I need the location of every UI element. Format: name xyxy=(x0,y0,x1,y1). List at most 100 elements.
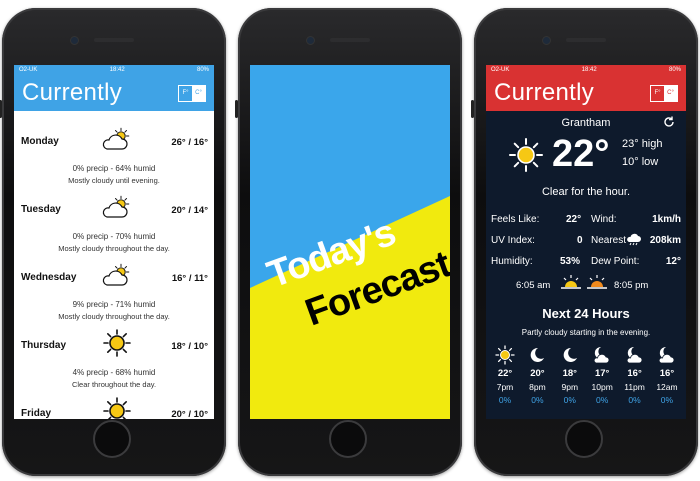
hourly-item: 22° 7pm 0% xyxy=(490,345,520,405)
cloudy-moon-icon xyxy=(658,346,675,364)
status-bar: O2-UK 18:42 80% xyxy=(486,65,686,75)
silent-switch xyxy=(0,100,2,118)
unit-toggle[interactable]: F° C° xyxy=(178,84,206,102)
home-button[interactable] xyxy=(93,420,131,458)
day-temps: 18° / 10° xyxy=(171,341,208,352)
phone-dark-theme: O2-UK 18:42 80% Currently F° C° Grantham xyxy=(471,8,698,476)
battery-label: 80% xyxy=(196,67,209,73)
humidity-value: 53% xyxy=(560,256,581,267)
day-stats: 4% precip - 68% humid xyxy=(72,368,156,377)
storm-cloud-icon xyxy=(627,233,641,246)
status-bar: O2-UK 18:42 80% xyxy=(14,65,214,75)
hour-time: 7pm xyxy=(496,382,514,392)
phone-light-theme: O2-UK 18:42 80% Currently F° C° Monday 2… xyxy=(0,8,226,476)
screen-current-conditions: O2-UK 18:42 80% Currently F° C° Grantham xyxy=(486,65,686,419)
wind-value: 1km/h xyxy=(652,214,681,225)
sun-icon xyxy=(495,345,515,365)
day-row[interactable]: Friday 20° / 10° xyxy=(14,391,214,419)
day-row[interactable]: Thursday 18° / 10° 4% precip - 68% humid… xyxy=(14,323,214,391)
sunset-time: 8:05 pm xyxy=(614,280,649,291)
day-stats: 9% precip - 71% humid xyxy=(72,300,156,309)
day-name: Friday xyxy=(21,408,52,419)
carrier-label: O2-UK xyxy=(491,67,510,73)
hour-precip: 0% xyxy=(498,395,512,405)
low-temp: 10° low xyxy=(622,156,659,168)
wind-label: Wind: xyxy=(591,214,617,225)
hour-time: 10pm xyxy=(591,382,613,392)
partly-cloudy-icon xyxy=(102,263,130,286)
hour-time: 12am xyxy=(656,382,678,392)
day-row[interactable]: Monday 26° / 16° 0% precip - 64% humid M… xyxy=(14,119,214,187)
sunset-icon xyxy=(587,275,607,289)
earpiece-speaker xyxy=(330,38,370,42)
next-24-hours-title: Next 24 Hours xyxy=(542,306,630,321)
moon-icon xyxy=(563,347,577,362)
unit-toggle[interactable]: F° C° xyxy=(650,84,678,102)
sun-icon xyxy=(103,329,131,357)
hourly-item: 16° 11pm 0% xyxy=(620,345,650,405)
silent-switch xyxy=(235,100,238,118)
home-button[interactable] xyxy=(565,420,603,458)
day-temps: 16° / 11° xyxy=(171,273,208,284)
hour-time: 9pm xyxy=(561,382,579,392)
day-temps: 26° / 16° xyxy=(171,137,208,148)
hour-temp: 16° xyxy=(659,368,675,379)
current-summary: Clear for the hour. xyxy=(541,186,631,198)
day-name: Thursday xyxy=(21,340,67,351)
hour-time: 11pm xyxy=(624,382,645,392)
day-row[interactable]: Wednesday 16° / 11° 9% precip - 71% humi… xyxy=(14,255,214,323)
hour-precip: 0% xyxy=(660,395,674,405)
clock: 18:42 xyxy=(581,67,597,73)
celsius-button[interactable]: C° xyxy=(192,85,205,101)
celsius-button[interactable]: C° xyxy=(664,85,677,101)
day-summary: Mostly cloudy throughout the day. xyxy=(58,312,170,321)
feels-like-value: 22° xyxy=(566,214,582,225)
location-name: Grantham xyxy=(561,117,611,129)
earpiece-speaker xyxy=(566,38,606,42)
day-stats: 0% precip - 70% humid xyxy=(72,232,156,241)
nearest-storm-value: 208km xyxy=(649,235,681,246)
humidity-label: Humidity: xyxy=(491,256,533,267)
uv-index-value: 0 xyxy=(577,235,583,246)
hour-temp: 16° xyxy=(627,368,642,379)
day-name: Wednesday xyxy=(21,272,77,283)
day-summary: Mostly cloudy until evening. xyxy=(68,176,160,185)
app-header: O2-UK 18:42 80% Currently F° C° xyxy=(486,65,686,111)
hourly-strip: 22° 7pm 0% 20° 8pm 0% 18° 9pm 0% 17° 10p… xyxy=(490,345,682,405)
day-temps: 20° / 10° xyxy=(171,409,208,419)
app-title: Currently xyxy=(494,79,595,106)
hour-precip: 0% xyxy=(563,395,576,405)
nearest-storm-label: Nearest xyxy=(591,235,627,246)
day-temps: 20° / 14° xyxy=(171,205,208,216)
clock: 18:42 xyxy=(109,67,125,73)
front-camera xyxy=(542,36,551,45)
moon-icon xyxy=(531,347,545,362)
fahrenheit-button[interactable]: F° xyxy=(179,86,192,101)
sunrise-icon xyxy=(561,275,581,289)
phone-splash: Today's Forecast xyxy=(235,8,462,476)
carrier-label: O2-UK xyxy=(19,67,38,73)
hour-temp: 22° xyxy=(497,368,513,379)
cloudy-moon-icon xyxy=(626,346,642,364)
high-temp: 23° high xyxy=(622,138,663,150)
hour-precip: 0% xyxy=(628,395,641,405)
silent-switch xyxy=(471,100,474,118)
day-name: Monday xyxy=(21,136,59,147)
home-button[interactable] xyxy=(329,420,367,458)
hour-temp: 20° xyxy=(530,368,545,379)
fahrenheit-button[interactable]: F° xyxy=(651,86,664,101)
uv-index-label: UV Index: xyxy=(491,235,535,246)
app-header: O2-UK 18:42 80% Currently F° C° xyxy=(14,65,214,111)
current-temp: 22° xyxy=(552,133,610,175)
day-stats: 0% precip - 64% humid xyxy=(72,164,156,173)
next-24-hours-summary: Partly cloudy starting in the evening. xyxy=(521,328,651,337)
refresh-icon[interactable] xyxy=(662,115,676,129)
battery-label: 80% xyxy=(668,67,681,73)
front-camera xyxy=(306,36,315,45)
hour-precip: 0% xyxy=(596,395,609,405)
hourly-item: 17° 10pm 0% xyxy=(587,345,617,405)
hourly-item: 16° 12am 0% xyxy=(652,345,682,405)
hour-precip: 0% xyxy=(531,395,544,405)
day-row[interactable]: Tuesday 20° / 14° 0% precip - 70% humid … xyxy=(14,187,214,255)
app-title: Currently xyxy=(22,79,123,106)
